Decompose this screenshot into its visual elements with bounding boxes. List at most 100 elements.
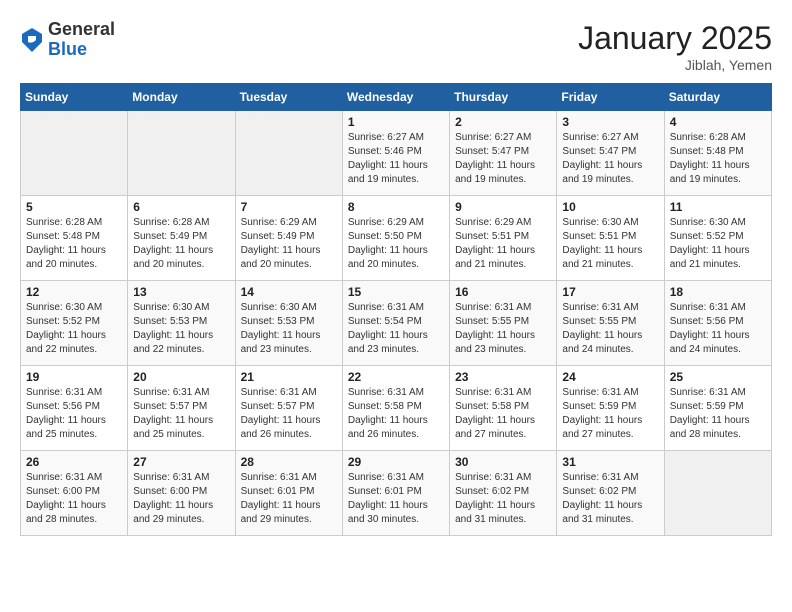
day-info: Sunrise: 6:31 AM Sunset: 5:59 PM Dayligh… bbox=[670, 386, 766, 442]
days-header-row: SundayMondayTuesdayWednesdayThursdayFrid… bbox=[21, 84, 772, 111]
location: Jiblah, Yemen bbox=[578, 57, 772, 73]
day-number: 18 bbox=[670, 285, 766, 299]
day-info: Sunrise: 6:31 AM Sunset: 5:56 PM Dayligh… bbox=[26, 386, 122, 442]
day-number: 8 bbox=[348, 200, 444, 214]
day-info: Sunrise: 6:27 AM Sunset: 5:46 PM Dayligh… bbox=[348, 131, 444, 187]
calendar-week-row: 5 Sunrise: 6:28 AM Sunset: 5:48 PM Daylig… bbox=[21, 196, 772, 281]
day-number: 5 bbox=[26, 200, 122, 214]
calendar-cell: 23Sunrise: 6:31 AM Sunset: 5:58 PM Dayli… bbox=[450, 366, 557, 451]
day-info: Sunrise: 6:31 AM Sunset: 5:56 PM Dayligh… bbox=[670, 301, 766, 357]
day-info: Sunrise: 6:31 AM Sunset: 6:00 PM Dayligh… bbox=[133, 471, 229, 527]
day-header: Tuesday bbox=[235, 84, 342, 111]
day-number: 25 bbox=[670, 370, 766, 384]
calendar-cell bbox=[128, 111, 235, 196]
day-info: Sunrise: 6:31 AM Sunset: 5:57 PM Dayligh… bbox=[133, 386, 229, 442]
day-number: 9 bbox=[455, 200, 551, 214]
day-info: Sunrise: 6:27 AM Sunset: 5:47 PM Dayligh… bbox=[455, 131, 551, 187]
calendar-cell: 16 Sunrise: 6:31 AM Sunset: 5:55 PM Dayli… bbox=[450, 281, 557, 366]
calendar-cell: 2 Sunrise: 6:27 AM Sunset: 5:47 PM Daylig… bbox=[450, 111, 557, 196]
calendar-cell: 1 Sunrise: 6:27 AM Sunset: 5:46 PM Daylig… bbox=[342, 111, 449, 196]
logo-general: General bbox=[48, 20, 115, 40]
calendar-cell bbox=[21, 111, 128, 196]
title-block: January 2025 Jiblah, Yemen bbox=[578, 20, 772, 73]
day-number: 16 bbox=[455, 285, 551, 299]
calendar-cell: 5 Sunrise: 6:28 AM Sunset: 5:48 PM Daylig… bbox=[21, 196, 128, 281]
day-number: 31 bbox=[562, 455, 658, 469]
day-number: 12 bbox=[26, 285, 122, 299]
page-header: General Blue January 2025 Jiblah, Yemen bbox=[20, 20, 772, 73]
day-number: 21 bbox=[241, 370, 337, 384]
day-info: Sunrise: 6:30 AM Sunset: 5:53 PM Dayligh… bbox=[133, 301, 229, 357]
calendar-cell: 22Sunrise: 6:31 AM Sunset: 5:58 PM Dayli… bbox=[342, 366, 449, 451]
calendar-cell: 30 Sunrise: 6:31 AM Sunset: 6:02 PM Dayli… bbox=[450, 451, 557, 536]
month-year: January 2025 bbox=[578, 20, 772, 57]
logo: General Blue bbox=[20, 20, 115, 60]
day-number: 13 bbox=[133, 285, 229, 299]
day-info: Sunrise: 6:29 AM Sunset: 5:51 PM Dayligh… bbox=[455, 216, 551, 272]
day-number: 10 bbox=[562, 200, 658, 214]
logo-icon bbox=[20, 26, 44, 54]
day-info: Sunrise: 6:31 AM Sunset: 6:00 PM Dayligh… bbox=[26, 471, 122, 527]
day-number: 6 bbox=[133, 200, 229, 214]
calendar-cell: 24Sunrise: 6:31 AM Sunset: 5:59 PM Dayli… bbox=[557, 366, 664, 451]
day-info: Sunrise: 6:31 AM Sunset: 5:55 PM Dayligh… bbox=[562, 301, 658, 357]
day-number: 17 bbox=[562, 285, 658, 299]
calendar-cell: 15Sunrise: 6:31 AM Sunset: 5:54 PM Dayli… bbox=[342, 281, 449, 366]
day-info: Sunrise: 6:31 AM Sunset: 6:01 PM Dayligh… bbox=[348, 471, 444, 527]
day-info: Sunrise: 6:30 AM Sunset: 5:53 PM Dayligh… bbox=[241, 301, 337, 357]
calendar-cell: 11 Sunrise: 6:30 AM Sunset: 5:52 PM Dayli… bbox=[664, 196, 771, 281]
day-number: 7 bbox=[241, 200, 337, 214]
day-number: 30 bbox=[455, 455, 551, 469]
calendar-cell: 31Sunrise: 6:31 AM Sunset: 6:02 PM Dayli… bbox=[557, 451, 664, 536]
calendar-cell: 20 Sunrise: 6:31 AM Sunset: 5:57 PM Dayli… bbox=[128, 366, 235, 451]
logo-text: General Blue bbox=[48, 20, 115, 60]
calendar-header: SundayMondayTuesdayWednesdayThursdayFrid… bbox=[21, 84, 772, 111]
day-number: 1 bbox=[348, 115, 444, 129]
calendar-cell: 29Sunrise: 6:31 AM Sunset: 6:01 PM Dayli… bbox=[342, 451, 449, 536]
calendar-cell: 8 Sunrise: 6:29 AM Sunset: 5:50 PM Daylig… bbox=[342, 196, 449, 281]
day-header: Monday bbox=[128, 84, 235, 111]
day-info: Sunrise: 6:31 AM Sunset: 5:59 PM Dayligh… bbox=[562, 386, 658, 442]
calendar-cell: 9 Sunrise: 6:29 AM Sunset: 5:51 PM Daylig… bbox=[450, 196, 557, 281]
day-info: Sunrise: 6:29 AM Sunset: 5:50 PM Dayligh… bbox=[348, 216, 444, 272]
calendar-cell: 3 Sunrise: 6:27 AM Sunset: 5:47 PM Daylig… bbox=[557, 111, 664, 196]
day-number: 20 bbox=[133, 370, 229, 384]
day-number: 23 bbox=[455, 370, 551, 384]
calendar-cell: 25 Sunrise: 6:31 AM Sunset: 5:59 PM Dayli… bbox=[664, 366, 771, 451]
day-info: Sunrise: 6:30 AM Sunset: 5:52 PM Dayligh… bbox=[670, 216, 766, 272]
calendar-cell: 7 Sunrise: 6:29 AM Sunset: 5:49 PM Daylig… bbox=[235, 196, 342, 281]
day-number: 4 bbox=[670, 115, 766, 129]
calendar-body: 1 Sunrise: 6:27 AM Sunset: 5:46 PM Daylig… bbox=[21, 111, 772, 536]
day-info: Sunrise: 6:31 AM Sunset: 6:02 PM Dayligh… bbox=[455, 471, 551, 527]
day-info: Sunrise: 6:30 AM Sunset: 5:51 PM Dayligh… bbox=[562, 216, 658, 272]
day-header: Saturday bbox=[664, 84, 771, 111]
day-number: 26 bbox=[26, 455, 122, 469]
day-info: Sunrise: 6:31 AM Sunset: 6:01 PM Dayligh… bbox=[241, 471, 337, 527]
day-info: Sunrise: 6:31 AM Sunset: 5:55 PM Dayligh… bbox=[455, 301, 551, 357]
day-number: 3 bbox=[562, 115, 658, 129]
day-header: Wednesday bbox=[342, 84, 449, 111]
calendar-week-row: 19 Sunrise: 6:31 AM Sunset: 5:56 PM Dayli… bbox=[21, 366, 772, 451]
day-header: Friday bbox=[557, 84, 664, 111]
calendar-cell: 21 Sunrise: 6:31 AM Sunset: 5:57 PM Dayli… bbox=[235, 366, 342, 451]
calendar-cell: 10 Sunrise: 6:30 AM Sunset: 5:51 PM Dayli… bbox=[557, 196, 664, 281]
day-number: 27 bbox=[133, 455, 229, 469]
day-info: Sunrise: 6:28 AM Sunset: 5:48 PM Dayligh… bbox=[26, 216, 122, 272]
calendar-table: SundayMondayTuesdayWednesdayThursdayFrid… bbox=[20, 83, 772, 536]
day-info: Sunrise: 6:31 AM Sunset: 5:54 PM Dayligh… bbox=[348, 301, 444, 357]
day-number: 19 bbox=[26, 370, 122, 384]
calendar-week-row: 1 Sunrise: 6:27 AM Sunset: 5:46 PM Daylig… bbox=[21, 111, 772, 196]
calendar-cell: 4Sunrise: 6:28 AM Sunset: 5:48 PM Daylig… bbox=[664, 111, 771, 196]
day-info: Sunrise: 6:29 AM Sunset: 5:49 PM Dayligh… bbox=[241, 216, 337, 272]
day-info: Sunrise: 6:27 AM Sunset: 5:47 PM Dayligh… bbox=[562, 131, 658, 187]
calendar-cell: 6Sunrise: 6:28 AM Sunset: 5:49 PM Daylig… bbox=[128, 196, 235, 281]
calendar-cell: 28Sunrise: 6:31 AM Sunset: 6:01 PM Dayli… bbox=[235, 451, 342, 536]
day-number: 11 bbox=[670, 200, 766, 214]
day-info: Sunrise: 6:31 AM Sunset: 5:57 PM Dayligh… bbox=[241, 386, 337, 442]
calendar-cell bbox=[664, 451, 771, 536]
calendar-cell bbox=[235, 111, 342, 196]
calendar-cell: 13 Sunrise: 6:30 AM Sunset: 5:53 PM Dayli… bbox=[128, 281, 235, 366]
day-number: 14 bbox=[241, 285, 337, 299]
logo-blue: Blue bbox=[48, 40, 115, 60]
day-number: 2 bbox=[455, 115, 551, 129]
